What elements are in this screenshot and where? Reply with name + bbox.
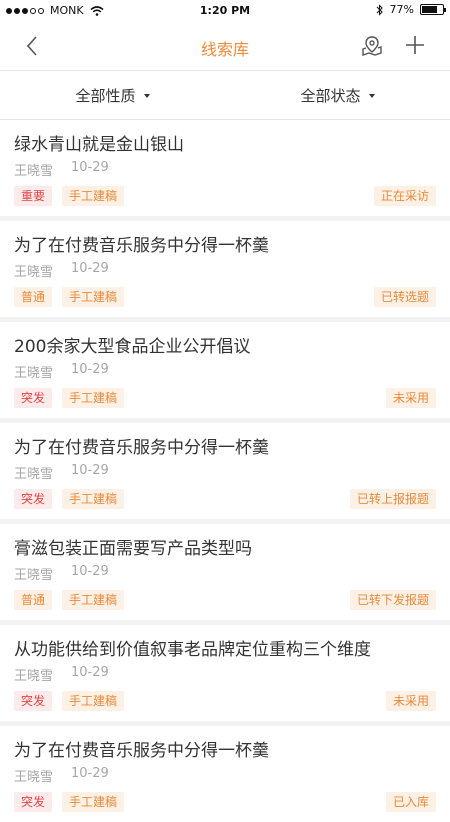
bluetooth-icon — [376, 3, 383, 16]
list-item[interactable]: 为了在付费音乐服务中分得一杯羹 王晓雪 10-29 突发 手工建稿 已转上报报题 — [0, 423, 450, 519]
list-item[interactable]: 从功能供给到价值叙事老品牌定位重构三个维度 王晓雪 10-29 突发 手工建稿 未… — [0, 625, 450, 721]
item-author: 王晓雪 — [14, 265, 54, 280]
type-badge: 手工建稿 — [62, 792, 125, 812]
item-title: 从功能供给到价值叙事老品牌定位重构三个维度 — [14, 640, 371, 660]
list-item[interactable]: 绿水青山就是金山银山 王晓雪 10-29 重要 手工建稿 正在采访 — [0, 120, 450, 216]
battery-percent: 77% — [389, 3, 414, 16]
priority-badge: 突发 — [14, 792, 53, 812]
item-author: 王晓雪 — [14, 770, 54, 785]
filter-bar: 全部性质 全部状态 — [0, 71, 450, 120]
item-date: 10-29 — [71, 564, 109, 579]
type-badge: 手工建稿 — [62, 287, 125, 307]
clue-list: 绿水青山就是金山银山 王晓雪 10-29 重要 手工建稿 正在采访 为了在付费音乐… — [0, 120, 450, 822]
caret-down-icon — [368, 94, 375, 98]
priority-badge: 突发 — [14, 489, 53, 509]
item-title: 膏滋包装正面需要写产品类型吗 — [14, 539, 252, 559]
item-date: 10-29 — [71, 665, 109, 680]
item-author: 王晓雪 — [14, 669, 54, 684]
priority-badge: 重要 — [14, 186, 53, 206]
priority-badge: 普通 — [14, 590, 53, 610]
battery-icon — [420, 4, 446, 15]
item-title: 200余家大型食品企业公开倡议 — [14, 337, 251, 357]
list-item[interactable]: 为了在付费音乐服务中分得一杯羹 王晓雪 10-29 普通 手工建稿 已转选题 — [0, 221, 450, 317]
nav-bar: 线索库 — [0, 22, 450, 71]
item-title: 绿水青山就是金山银山 — [14, 135, 184, 155]
item-date: 10-29 — [71, 362, 109, 377]
status-badge: 已转上报报题 — [349, 489, 436, 509]
status-badge: 未采用 — [385, 388, 436, 408]
list-item[interactable]: 200余家大型食品企业公开倡议 王晓雪 10-29 突发 手工建稿 未采用 — [0, 322, 450, 418]
status-filter-label: 全部状态 — [300, 86, 361, 105]
priority-badge: 突发 — [14, 388, 53, 408]
item-date: 10-29 — [71, 160, 109, 175]
status-bar: MONK 1:20 PM 77% — [0, 0, 450, 22]
priority-badge: 普通 — [14, 287, 53, 307]
type-badge: 手工建稿 — [62, 590, 125, 610]
item-title: 为了在付费音乐服务中分得一杯羹 — [14, 236, 269, 256]
status-filter[interactable]: 全部状态 — [225, 71, 450, 119]
status-badge: 已转选题 — [373, 287, 436, 307]
type-badge: 手工建稿 — [62, 186, 125, 206]
list-item[interactable]: 为了在付费音乐服务中分得一杯羹 王晓雪 10-29 突发 手工建稿 已入库 — [0, 726, 450, 822]
caret-down-icon — [143, 94, 150, 98]
item-author: 王晓雪 — [14, 366, 54, 381]
item-date: 10-29 — [71, 766, 109, 781]
item-author: 王晓雪 — [14, 568, 54, 583]
list-item[interactable]: 膏滋包装正面需要写产品类型吗 王晓雪 10-29 普通 手工建稿 已转下发报题 — [0, 524, 450, 620]
status-badge: 已入库 — [385, 792, 436, 812]
status-badge: 未采用 — [385, 691, 436, 711]
nature-filter-label: 全部性质 — [75, 86, 136, 105]
item-title: 为了在付费音乐服务中分得一杯羹 — [14, 741, 269, 761]
item-author: 王晓雪 — [14, 467, 54, 482]
map-pin-icon[interactable] — [360, 34, 384, 58]
item-date: 10-29 — [71, 261, 109, 276]
item-date: 10-29 — [71, 463, 109, 478]
status-badge: 正在采访 — [373, 186, 436, 206]
type-badge: 手工建稿 — [62, 388, 125, 408]
status-badge: 已转下发报题 — [349, 590, 436, 610]
status-right: 77% — [376, 3, 446, 16]
plus-icon[interactable] — [404, 34, 426, 56]
nature-filter[interactable]: 全部性质 — [0, 71, 225, 119]
type-badge: 手工建稿 — [62, 691, 125, 711]
item-author: 王晓雪 — [14, 164, 54, 179]
priority-badge: 突发 — [14, 691, 53, 711]
item-title: 为了在付费音乐服务中分得一杯羹 — [14, 438, 269, 458]
type-badge: 手工建稿 — [62, 489, 125, 509]
